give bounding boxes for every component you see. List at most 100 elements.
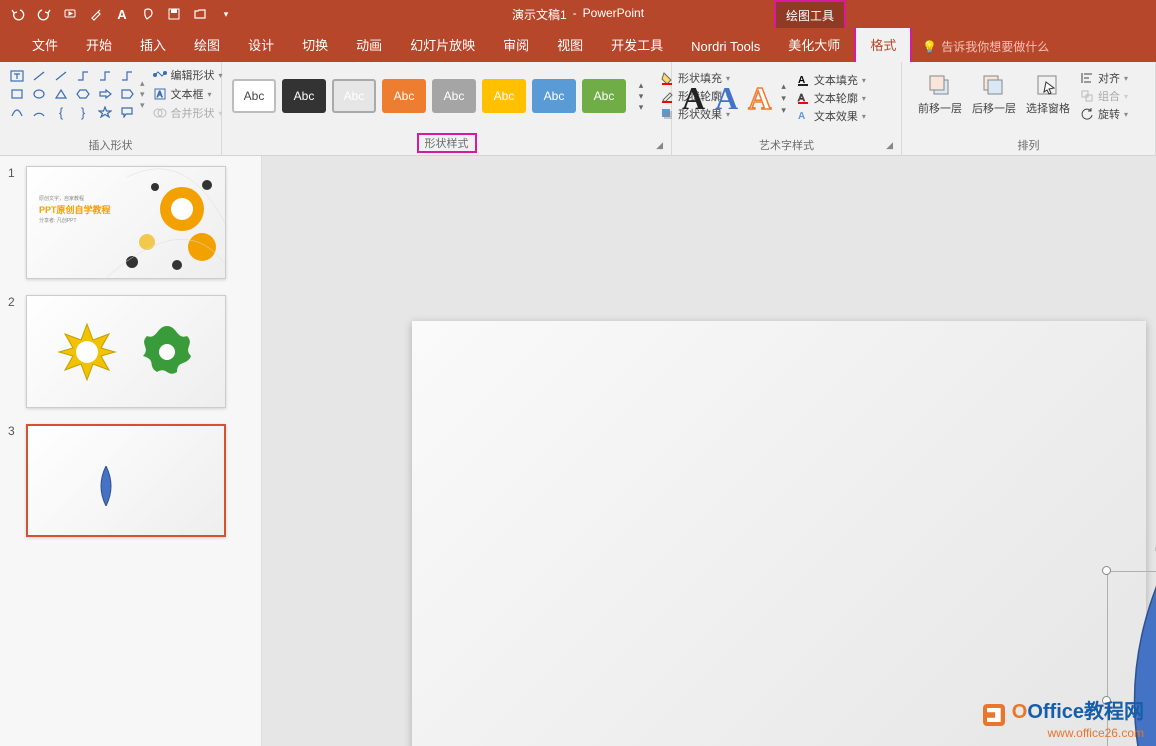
merge-shapes-button[interactable]: 合并形状 ▾ (151, 104, 225, 122)
tab-review[interactable]: 审阅 (489, 28, 543, 62)
tab-draw[interactable]: 绘图 (180, 28, 234, 62)
text-effects-button[interactable]: A 文本效果 ▾ (796, 108, 866, 124)
shape-style-swatch-4[interactable]: Abc (432, 79, 476, 113)
window-title: 演示文稿1 - PowerPoint (512, 6, 644, 23)
shape-style-swatch-6[interactable]: Abc (532, 79, 576, 113)
slide-canvas[interactable] (412, 321, 1146, 746)
shape-brace-r-icon[interactable]: } (74, 104, 92, 120)
shape-connector2-icon[interactable] (96, 68, 114, 84)
shape-hexagon-icon[interactable] (74, 86, 92, 102)
tab-nordri[interactable]: Nordri Tools (677, 32, 774, 62)
resize-handle-tl[interactable] (1102, 566, 1111, 575)
selection-pane-button[interactable]: 选择窗格 (1022, 70, 1074, 118)
shape-oval-icon[interactable] (30, 86, 48, 102)
tab-file[interactable]: 文件 (18, 28, 72, 62)
edit-shape-button[interactable]: 编辑形状 ▾ (151, 66, 225, 84)
paint-icon[interactable] (136, 3, 160, 25)
wordart-down-icon[interactable]: ▾ (781, 93, 786, 104)
slideshow-icon[interactable] (58, 3, 82, 25)
contextual-tab-drawing-tools: 绘图工具 (774, 0, 846, 28)
shape-brace-l-icon[interactable]: { (52, 104, 70, 120)
shape-connector-icon[interactable] (74, 68, 92, 84)
group-button[interactable]: 组合 ▾ (1080, 88, 1128, 104)
save-icon[interactable] (162, 3, 186, 25)
tab-developer[interactable]: 开发工具 (597, 28, 677, 62)
slide-thumbnail-panel[interactable]: 1 原创文字，自家教程 PPT原创自学教程 分享者: 凡创PPT (0, 156, 262, 746)
slide-canvas-area[interactable] (262, 156, 1156, 746)
group-wordart-styles: A A A ▴ ▾ ▾ A 文本填充 ▾ A 文本轮廓 ▾ A 文本效果 ▾ (672, 62, 902, 155)
shape-style-swatch-1[interactable]: Abc (282, 79, 326, 113)
title-bar: A ▾ 演示文稿1 - PowerPoint 绘图工具 (0, 0, 1156, 28)
tab-animations[interactable]: 动画 (342, 28, 396, 62)
gallery-down-icon[interactable]: ▾ (140, 89, 145, 100)
shape-arc-icon[interactable] (30, 104, 48, 120)
tab-format[interactable]: 格式 (854, 26, 912, 62)
wordart-style-3[interactable]: A (748, 80, 771, 117)
app-name: PowerPoint (583, 6, 644, 23)
shape-style-swatch-5[interactable]: Abc (482, 79, 526, 113)
style-gallery-down-icon[interactable]: ▾ (634, 91, 648, 101)
shape-textbox-icon[interactable] (8, 68, 26, 84)
send-backward-button[interactable]: 后移一层 (968, 70, 1020, 118)
shape-line2-icon[interactable] (52, 68, 70, 84)
shape-callout-icon[interactable] (118, 104, 136, 120)
shape-arrow-icon[interactable] (96, 86, 114, 102)
shape-style-swatch-3[interactable]: Abc (382, 79, 426, 113)
shape-style-swatch-7[interactable]: Abc (582, 79, 626, 113)
align-button[interactable]: 对齐 ▾ (1080, 70, 1128, 86)
shape-curve-icon[interactable] (8, 104, 26, 120)
rotate-button[interactable]: 旋转 ▾ (1080, 106, 1128, 122)
shape-gallery[interactable]: { } (6, 66, 138, 122)
wordart-more-icon[interactable]: ▾ (781, 105, 786, 116)
style-gallery-up-icon[interactable]: ▴ (634, 80, 648, 90)
tab-slideshow[interactable]: 幻灯片放映 (396, 28, 489, 62)
textbox-button[interactable]: A 文本框 ▾ (151, 85, 225, 103)
slide-thumbnail-1[interactable]: 原创文字，自家教程 PPT原创自学教程 分享者: 凡创PPT (26, 166, 226, 279)
tab-beautify[interactable]: 美化大师 (774, 28, 854, 62)
shape-connector3-icon[interactable] (118, 68, 136, 84)
wordart-launcher-icon[interactable]: ◢ (886, 140, 893, 151)
shape-style-swatch-2[interactable]: Abc (332, 79, 376, 113)
font-icon[interactable]: A (110, 3, 134, 25)
shape-style-swatch-0[interactable]: Abc (232, 79, 276, 113)
shape-styles-launcher-icon[interactable]: ◢ (656, 140, 663, 151)
text-outline-button[interactable]: A 文本轮廓 ▾ (796, 90, 866, 106)
tab-insert[interactable]: 插入 (126, 28, 180, 62)
slide-thumbnail-3[interactable] (26, 424, 226, 537)
group-label-wordart: 艺术字样式 ◢ (678, 135, 895, 153)
group-label-insert-shapes: 插入形状 (6, 135, 215, 153)
tell-me[interactable]: 💡 告诉我你想要做什么 (912, 31, 1059, 62)
eyedropper-icon[interactable] (84, 3, 108, 25)
wordart-style-2[interactable]: A (715, 80, 738, 117)
style-gallery-more-icon[interactable]: ▾ (634, 102, 648, 112)
lightbulb-icon: 💡 (922, 40, 937, 54)
bring-forward-button[interactable]: 前移一层 (914, 70, 966, 118)
shape-style-gallery[interactable]: AbcAbcAbcAbcAbcAbcAbcAbc (232, 79, 626, 113)
shape-star-icon[interactable] (96, 104, 114, 120)
ribbon-tabs: 文件 开始 插入 绘图 设计 切换 动画 幻灯片放映 审阅 视图 开发工具 No… (0, 28, 1156, 62)
ribbon: { } ▴ ▾ ▾ 编辑形状 ▾ A 文本框 ▾ (0, 62, 1156, 156)
shape-line-icon[interactable] (30, 68, 48, 84)
redo-icon[interactable] (32, 3, 56, 25)
undo-icon[interactable] (6, 3, 30, 25)
tab-home[interactable]: 开始 (72, 28, 126, 62)
open-icon[interactable] (188, 3, 212, 25)
tab-transitions[interactable]: 切换 (288, 28, 342, 62)
group-label-shape-styles: 形状样式 ◢ (228, 131, 665, 153)
gallery-more-icon[interactable]: ▾ (140, 100, 145, 111)
shape-triangle-icon[interactable] (52, 86, 70, 102)
shape-rect-icon[interactable] (8, 86, 26, 102)
shape-pentagon-icon[interactable] (118, 86, 136, 102)
text-fill-button[interactable]: A 文本填充 ▾ (796, 72, 866, 88)
wordart-style-1[interactable]: A (682, 80, 705, 117)
group-arrange: 前移一层 后移一层 选择窗格 对齐 ▾ 组合 ▾ (902, 62, 1156, 155)
slide-thumbnail-2[interactable] (26, 295, 226, 408)
tab-design[interactable]: 设计 (234, 28, 288, 62)
qat-more-icon[interactable]: ▾ (214, 3, 238, 25)
wordart-up-icon[interactable]: ▴ (781, 81, 786, 92)
thumb-number-2: 2 (8, 295, 18, 408)
svg-text:A: A (798, 111, 805, 122)
thumb-number-3: 3 (8, 424, 18, 537)
gallery-up-icon[interactable]: ▴ (140, 78, 145, 89)
tab-view[interactable]: 视图 (543, 28, 597, 62)
